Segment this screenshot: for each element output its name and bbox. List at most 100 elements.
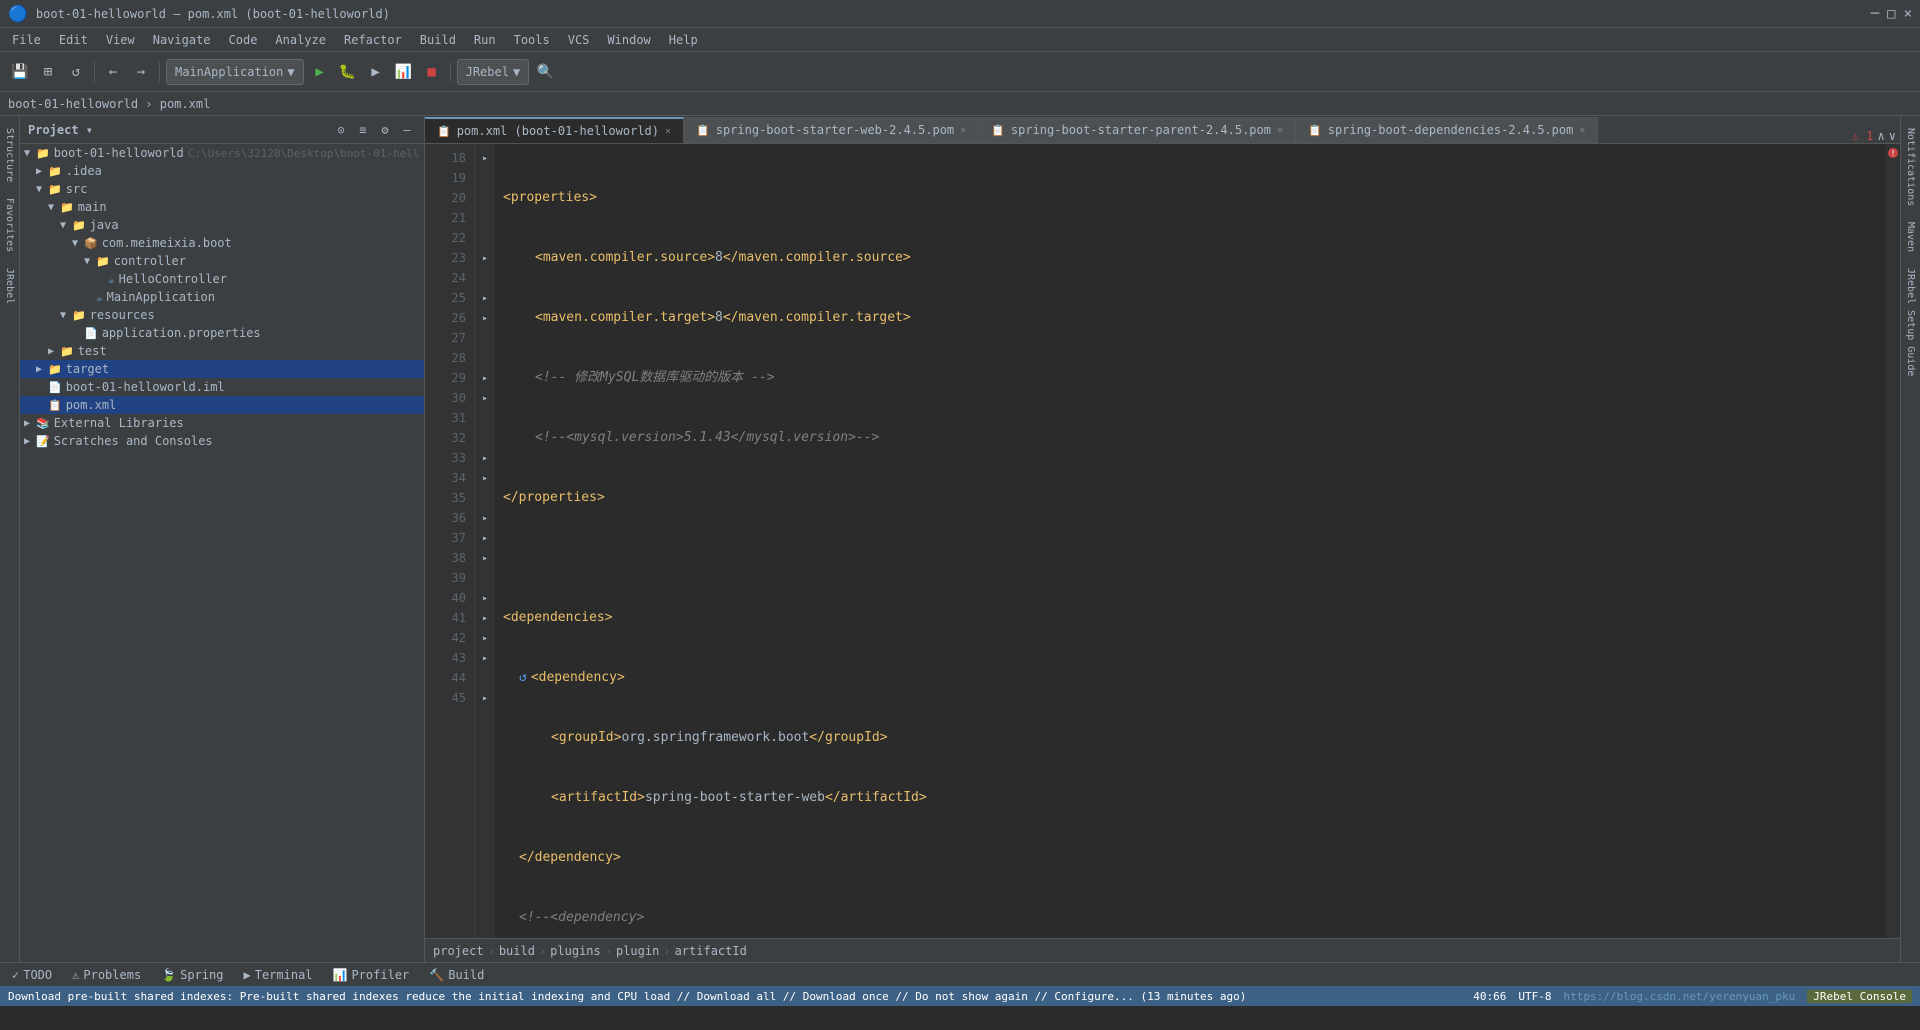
tab-dependencies[interactable]: 📋 spring-boot-dependencies-2.4.5.pom × bbox=[1296, 117, 1598, 143]
menu-item-help[interactable]: Help bbox=[661, 31, 706, 49]
tree-icon-ext: 📚 bbox=[36, 417, 50, 430]
code-line-26: ↺ <dependency> bbox=[503, 668, 1878, 688]
toolbar-sep-2 bbox=[159, 62, 160, 82]
menu-item-analyze[interactable]: Analyze bbox=[267, 31, 334, 49]
tree-item-ext-libs[interactable]: ▶ 📚 External Libraries bbox=[20, 414, 424, 432]
tree-arrow-controller: ▼ bbox=[84, 256, 96, 267]
tree-label-app-props: application.properties bbox=[102, 326, 261, 340]
left-jrebel-icon[interactable]: JRebel bbox=[2, 264, 17, 308]
toolbar-sync-btn[interactable]: ⊞ bbox=[36, 60, 60, 84]
tree-item-main[interactable]: ▼ 📁 main bbox=[20, 198, 424, 216]
menu-item-edit[interactable]: Edit bbox=[51, 31, 96, 49]
line-18: 18 bbox=[425, 148, 474, 168]
project-collapse-btn[interactable]: ≡ bbox=[354, 121, 372, 139]
tree-item-package[interactable]: ▼ 📦 com.meimeixia.boot bbox=[20, 234, 424, 252]
line-19: 19 bbox=[425, 168, 474, 188]
status-url: https://blog.csdn.net/yerenyuan_pku bbox=[1563, 990, 1795, 1003]
menu-item-build[interactable]: Build bbox=[412, 31, 464, 49]
spring-label: Spring bbox=[180, 968, 223, 982]
main-application-dropdown[interactable]: MainApplication ▼ bbox=[166, 59, 304, 85]
tree-path-root: C:\Users\32120\Desktop\boot-01-hell bbox=[188, 147, 420, 160]
bottom-tab-todo[interactable]: ✓ TODO bbox=[8, 963, 56, 986]
bottom-tab-problems[interactable]: ⚠ Problems bbox=[68, 963, 145, 986]
menu-item-code[interactable]: Code bbox=[221, 31, 266, 49]
line-28: 28 bbox=[425, 348, 474, 368]
bottom-tab-terminal[interactable]: ▶ Terminal bbox=[239, 963, 316, 986]
jrebel-console-btn[interactable]: JRebel Console bbox=[1807, 990, 1912, 1003]
tab-pom-close[interactable]: × bbox=[665, 126, 671, 137]
menu-item-file[interactable]: File bbox=[4, 31, 49, 49]
gutter-18: ▸ bbox=[475, 148, 495, 168]
gutter-20 bbox=[475, 188, 495, 208]
tree-item-iml[interactable]: 📄 boot-01-helloworld.iml bbox=[20, 378, 424, 396]
tab-starter-web[interactable]: 📋 spring-boot-starter-web-2.4.5.pom × bbox=[684, 117, 979, 143]
menu-item-refactor[interactable]: Refactor bbox=[336, 31, 410, 49]
jrebel-dropdown[interactable]: JRebel ▼ bbox=[457, 59, 530, 85]
gutter-26: ▸ bbox=[475, 308, 495, 328]
tree-item-controller[interactable]: ▼ 📁 controller bbox=[20, 252, 424, 270]
menu-item-tools[interactable]: Tools bbox=[506, 31, 558, 49]
project-title: Project ▾ bbox=[28, 123, 93, 137]
toolbar-forward-btn[interactable]: → bbox=[129, 60, 153, 84]
tab-scroll-up[interactable]: ∧ bbox=[1878, 129, 1889, 143]
left-favorites-icon[interactable]: Favorites bbox=[2, 194, 17, 256]
toolbar-save-btn[interactable]: 💾 bbox=[8, 60, 32, 84]
tree-item-target[interactable]: ▶ 📁 target bbox=[20, 360, 424, 378]
run-coverage-btn[interactable]: ▶ bbox=[364, 60, 388, 84]
tree-item-hello-controller[interactable]: ☕ HelloController bbox=[20, 270, 424, 288]
tab-web-icon: 📋 bbox=[696, 124, 710, 137]
line-39: 39 bbox=[425, 568, 474, 588]
close-button[interactable]: × bbox=[1904, 6, 1912, 22]
tree-item-java[interactable]: ▼ 📁 java bbox=[20, 216, 424, 234]
search-everywhere-btn[interactable]: 🔍 bbox=[533, 60, 557, 84]
minimize-button[interactable]: ─ bbox=[1871, 6, 1879, 22]
right-jrebel-setup-icon[interactable]: JRebel Setup Guide bbox=[1903, 264, 1918, 380]
right-gradle-icon[interactable]: Maven bbox=[1903, 218, 1918, 256]
bottom-tab-spring[interactable]: 🍃 Spring bbox=[157, 963, 227, 986]
left-structure-icon[interactable]: Structure bbox=[2, 124, 17, 186]
tree-item-idea[interactable]: ▶ 📁 .idea bbox=[20, 162, 424, 180]
code-area[interactable]: <properties> <maven.compiler.source>8</m… bbox=[495, 144, 1886, 938]
tree-item-main-app[interactable]: ☕ MainApplication bbox=[20, 288, 424, 306]
project-hide-btn[interactable]: — bbox=[398, 121, 416, 139]
tab-pom-xml[interactable]: 📋 pom.xml (boot-01-helloworld) × bbox=[425, 117, 684, 143]
code-line-25: <dependencies> bbox=[503, 608, 1878, 628]
menu-item-window[interactable]: Window bbox=[599, 31, 658, 49]
bottom-tab-profiler[interactable]: 📊 Profiler bbox=[329, 963, 414, 986]
code-line-28: <artifactId>spring-boot-starter-web</art… bbox=[503, 788, 1878, 808]
run-btn[interactable]: ▶ bbox=[308, 60, 332, 84]
stop-btn[interactable]: ■ bbox=[420, 60, 444, 84]
menu-item-run[interactable]: Run bbox=[466, 31, 504, 49]
tab-pom-label: pom.xml (boot-01-helloworld) bbox=[457, 124, 659, 138]
maximize-button[interactable]: □ bbox=[1887, 6, 1895, 22]
profiler-btn[interactable]: 📊 bbox=[392, 60, 416, 84]
right-notifications-icon[interactable]: Notifications bbox=[1903, 124, 1918, 210]
line-27: 27 bbox=[425, 328, 474, 348]
tree-item-app-props[interactable]: 📄 application.properties bbox=[20, 324, 424, 342]
tab-parent-close[interactable]: × bbox=[1277, 125, 1283, 136]
left-side-icons: Structure Favorites JRebel bbox=[0, 116, 20, 962]
breadcrumb-sep-3: › bbox=[605, 944, 612, 958]
tree-item-src[interactable]: ▼ 📁 src bbox=[20, 180, 424, 198]
debug-btn[interactable]: 🐛 bbox=[336, 60, 360, 84]
tree-item-root[interactable]: ▼ 📁 boot-01-helloworld C:\Users\32120\De… bbox=[20, 144, 424, 162]
toolbar-back-btn[interactable]: ← bbox=[101, 60, 125, 84]
project-settings-btn[interactable]: ⚙ bbox=[376, 121, 394, 139]
menu-item-vcs[interactable]: VCS bbox=[560, 31, 598, 49]
menu-item-navigate[interactable]: Navigate bbox=[145, 31, 219, 49]
menu-item-view[interactable]: View bbox=[98, 31, 143, 49]
tree-icon-pom: 📋 bbox=[48, 399, 62, 412]
tab-scroll-down[interactable]: ∨ bbox=[1889, 129, 1900, 143]
reload-icon-26[interactable]: ↺ bbox=[519, 668, 527, 688]
tree-label-idea: .idea bbox=[66, 164, 102, 178]
project-scope-btn[interactable]: ⊙ bbox=[332, 121, 350, 139]
tree-item-pom[interactable]: 📋 pom.xml bbox=[20, 396, 424, 414]
tab-deps-close[interactable]: × bbox=[1579, 125, 1585, 136]
tree-item-scratches[interactable]: ▶ 📝 Scratches and Consoles bbox=[20, 432, 424, 450]
tree-item-resources[interactable]: ▼ 📁 resources bbox=[20, 306, 424, 324]
tab-web-close[interactable]: × bbox=[960, 125, 966, 136]
toolbar-refresh-btn[interactable]: ↺ bbox=[64, 60, 88, 84]
tree-item-test[interactable]: ▶ 📁 test bbox=[20, 342, 424, 360]
tab-starter-parent[interactable]: 📋 spring-boot-starter-parent-2.4.5.pom × bbox=[979, 117, 1296, 143]
bottom-tab-build[interactable]: 🔨 Build bbox=[425, 963, 488, 986]
